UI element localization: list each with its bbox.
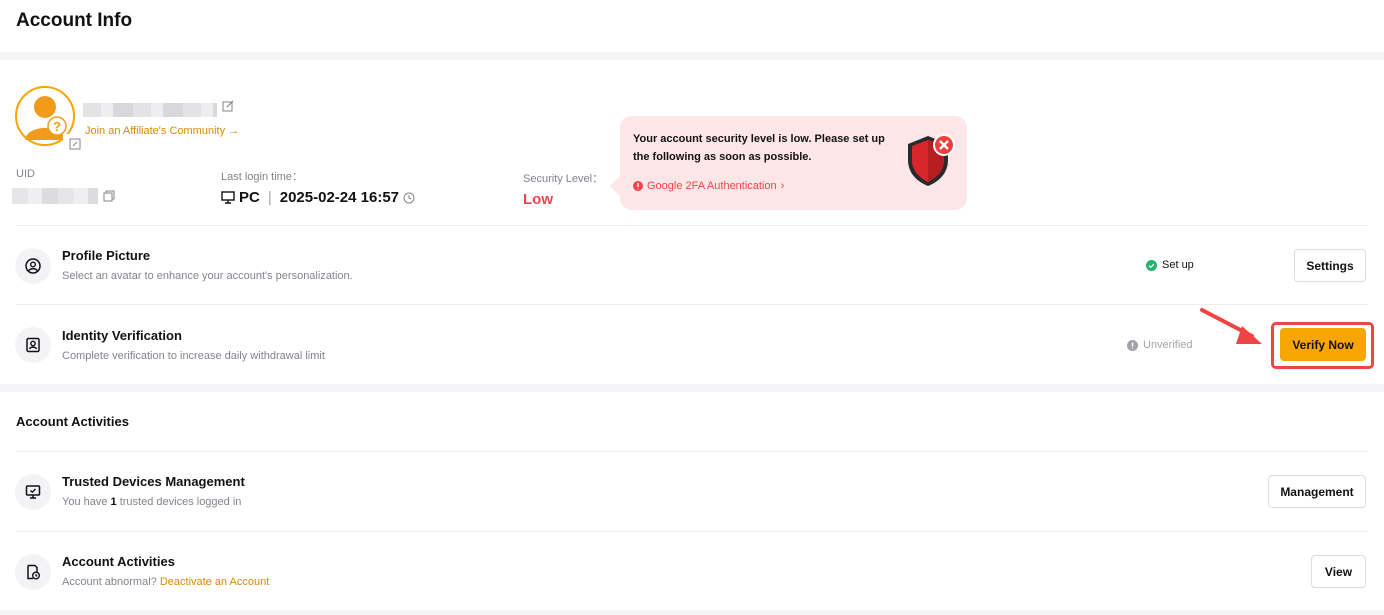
trusted-devices-desc: You have 1 trusted devices logged in: [62, 496, 242, 508]
page-title: Account Info: [16, 10, 133, 31]
clock-icon[interactable]: [403, 192, 415, 204]
red-arrow-annotation: [1200, 308, 1262, 344]
security-tooltip-message: Your account security level is low. Plea…: [633, 133, 885, 163]
profile-picture-status: Set up: [1146, 259, 1194, 271]
management-button[interactable]: Management: [1268, 475, 1366, 508]
profile-picture-desc: Select an avatar to enhance your account…: [62, 270, 353, 282]
svg-text:?: ?: [53, 119, 61, 134]
account-activities-row-icon: [15, 554, 51, 590]
security-level-value: Low: [523, 191, 553, 208]
trusted-devices-row-icon: [15, 474, 51, 510]
info-circle-icon: [1127, 339, 1138, 351]
uid-redacted: [12, 188, 98, 204]
username-redacted: [83, 103, 217, 117]
settings-button[interactable]: Settings: [1294, 249, 1366, 282]
copy-icon[interactable]: [103, 189, 115, 207]
identity-verification-status: Unverified: [1127, 339, 1193, 351]
id-badge-icon: [26, 337, 40, 353]
uid-label: UID: [16, 168, 35, 180]
avatar[interactable]: ?: [15, 86, 81, 150]
avatar-edit-icon[interactable]: [63, 134, 81, 150]
security-level-label: Security Level：: [523, 173, 604, 185]
divider: [16, 225, 1368, 226]
arrow-right-icon: →: [228, 125, 240, 137]
check-circle-icon: [1146, 259, 1157, 271]
trusted-devices-title: Trusted Devices Management: [62, 474, 245, 489]
page-header: Account Info: [0, 0, 1384, 52]
identity-verification-desc: Complete verification to increase daily …: [62, 350, 325, 362]
view-button[interactable]: View: [1311, 555, 1366, 588]
divider: [16, 531, 1368, 532]
identity-verification-title: Identity Verification: [62, 328, 182, 343]
account-activities-title: Account Activities: [62, 554, 175, 569]
divider: [16, 304, 1368, 305]
profile-card: ? Join an Affiliate's Community → UID La…: [0, 60, 1384, 384]
login-separator: |: [267, 189, 272, 206]
security-tooltip: Your account security level is low. Plea…: [610, 116, 967, 210]
edit-name-icon[interactable]: [222, 99, 234, 117]
alert-icon: [633, 181, 643, 191]
divider: [16, 451, 1368, 452]
last-login-value: PC | 2025-02-24 16:57: [221, 189, 415, 206]
user-circle-icon: [25, 258, 41, 274]
google-2fa-link[interactable]: Google 2FA Authentication ›: [633, 180, 784, 192]
verify-now-button[interactable]: Verify Now: [1280, 328, 1366, 361]
account-activities-desc: Account abnormal? Deactivate an Account: [62, 576, 270, 588]
chevron-right-icon: ›: [780, 180, 785, 192]
deactivate-account-link[interactable]: Deactivate an Account: [160, 576, 269, 588]
monitor-check-icon: [25, 485, 41, 499]
identity-row-icon: [15, 327, 51, 363]
affiliate-community-link[interactable]: Join an Affiliate's Community →: [85, 125, 239, 137]
login-device: PC: [239, 189, 260, 206]
document-clock-icon: [27, 564, 40, 580]
shield-warning-icon: [908, 134, 955, 186]
login-time: 2025-02-24 16:57: [279, 189, 400, 206]
account-activities-card: Account Activities Trusted Devices Manag…: [0, 392, 1384, 610]
monitor-icon: [221, 191, 235, 204]
profile-picture-title: Profile Picture: [62, 248, 151, 263]
account-activities-section-title: Account Activities: [16, 414, 129, 429]
last-login-label: Last login time：: [221, 171, 303, 183]
profile-picture-row-icon: [15, 248, 51, 284]
